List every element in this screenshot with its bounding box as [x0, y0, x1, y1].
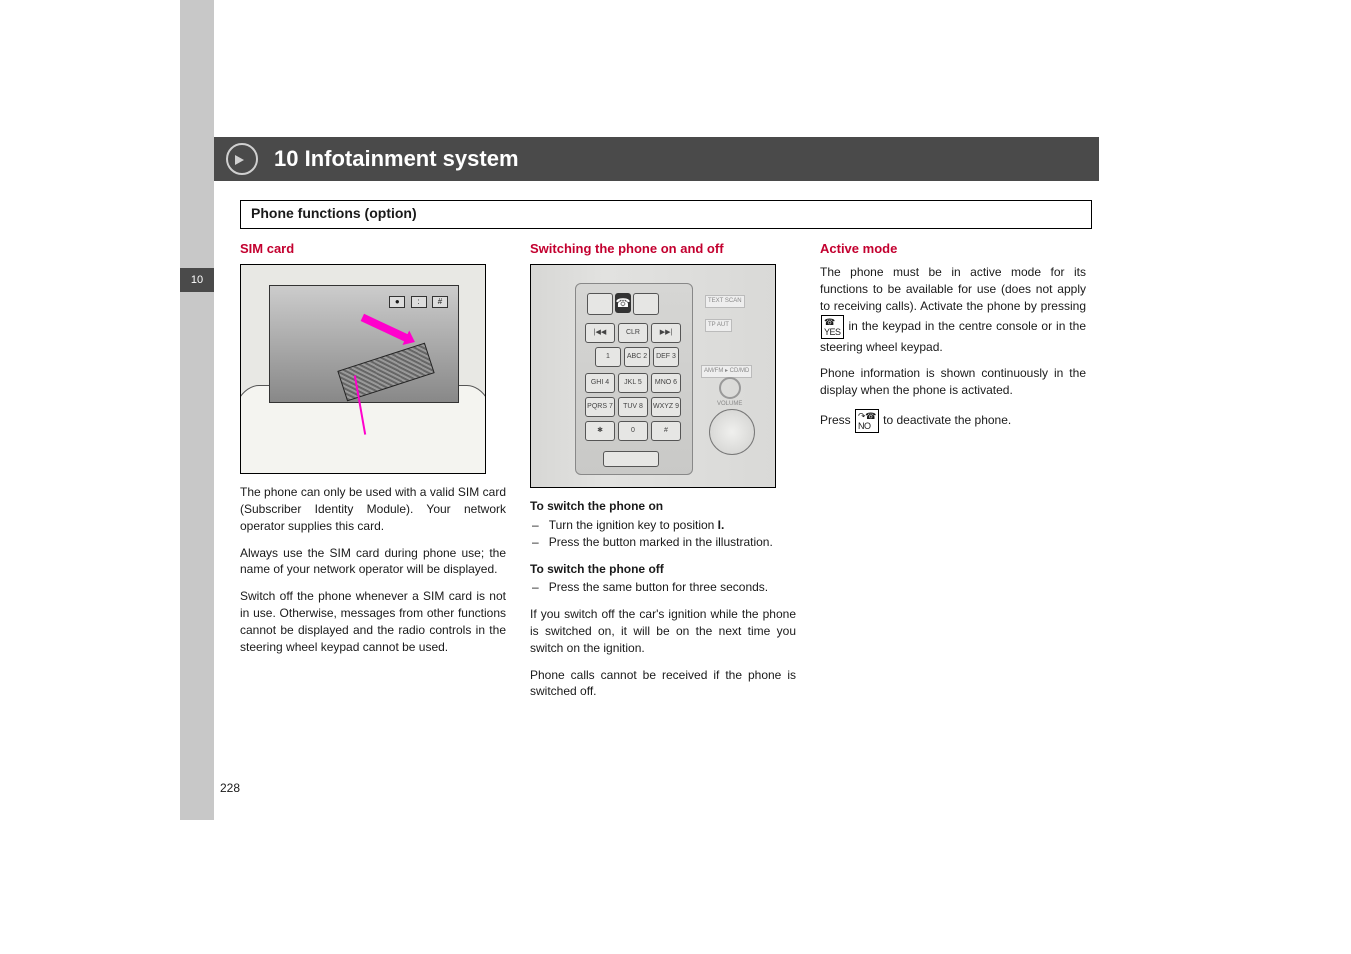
book-icon	[633, 293, 659, 315]
section-title-box: Phone functions (option)	[240, 200, 1092, 229]
figure-zoom-panel: ● : #	[269, 285, 459, 403]
list-switch-off: Press the same button for three seconds.	[530, 579, 796, 596]
arrow-icon	[361, 314, 410, 342]
label-tp-aut: TP AUT	[705, 319, 732, 331]
overhead-console-buttons: ● : #	[387, 292, 448, 309]
sim-card-icon	[337, 343, 434, 402]
switch-off-note-1: If you switch off the car's ignition whi…	[530, 606, 796, 656]
active-para-1: The phone must be in active mode for its…	[820, 264, 1086, 355]
phone-icon: ☎	[615, 293, 631, 313]
keypad-enter-button	[603, 451, 659, 467]
left-margin-strip	[180, 0, 214, 820]
heading-active-mode: Active mode	[820, 240, 1086, 258]
active-para-2: Phone information is shown continuously …	[820, 365, 1086, 399]
chapter-tab: 10	[180, 268, 214, 292]
section-title: Phone functions (option)	[251, 205, 417, 221]
speaker-icon	[226, 143, 258, 175]
list-item: Turn the ignition key to position I.	[530, 517, 796, 534]
column-switching: Switching the phone on and off ☎ |◀◀CLR▶…	[530, 240, 796, 710]
page: 10 10 Infotainment system Phone function…	[0, 0, 1351, 954]
list-item: Press the button marked in the illustrat…	[530, 534, 796, 551]
sim-para-1: The phone can only be used with a valid …	[240, 484, 506, 534]
column-active-mode: Active mode The phone must be in active …	[820, 240, 1086, 710]
chapter-header: 10 Infotainment system	[214, 137, 1099, 181]
label-text-scan: TEXT SCAN	[705, 295, 745, 307]
envelope-icon	[587, 293, 613, 315]
switch-off-note-2: Phone calls cannot be received if the ph…	[530, 667, 796, 701]
chapter-title: 10 Infotainment system	[274, 144, 519, 175]
list-switch-on: Turn the ignition key to position I. Pre…	[530, 517, 796, 551]
active-para-3: Press ↷☎NO to deactivate the phone.	[820, 409, 1086, 433]
column-sim-card: SIM card ● : # The phon	[240, 240, 506, 710]
heading-sim-card: SIM card	[240, 240, 506, 258]
subhead-switch-off: To switch the phone off	[530, 561, 796, 578]
list-item: Press the same button for three seconds.	[530, 579, 796, 596]
label-amfm-cdmd: AM/FM ▸ CD/MD	[701, 365, 752, 377]
phone-key-icon: ☎YES	[821, 315, 844, 339]
heading-switching: Switching the phone on and off	[530, 240, 796, 258]
volume-dial-icon	[709, 409, 755, 455]
phone-no-key-icon: ↷☎NO	[855, 409, 879, 433]
subhead-switch-on: To switch the phone on	[530, 498, 796, 515]
figure-keypad: ☎ |◀◀CLR▶▶| 1ABC 2DEF 3 GHI 4JKL 5MNO 6 …	[530, 264, 776, 488]
label-volume: VOLUME	[715, 399, 744, 409]
figure-sim-card-slot: ● : #	[240, 264, 486, 474]
sim-para-3: Switch off the phone whenever a SIM card…	[240, 588, 506, 655]
page-number: 228	[220, 780, 240, 797]
keypad-top-icons: ☎	[587, 293, 659, 315]
content-area: SIM card ● : # The phon	[240, 240, 1090, 710]
sim-para-2: Always use the SIM card during phone use…	[240, 545, 506, 579]
